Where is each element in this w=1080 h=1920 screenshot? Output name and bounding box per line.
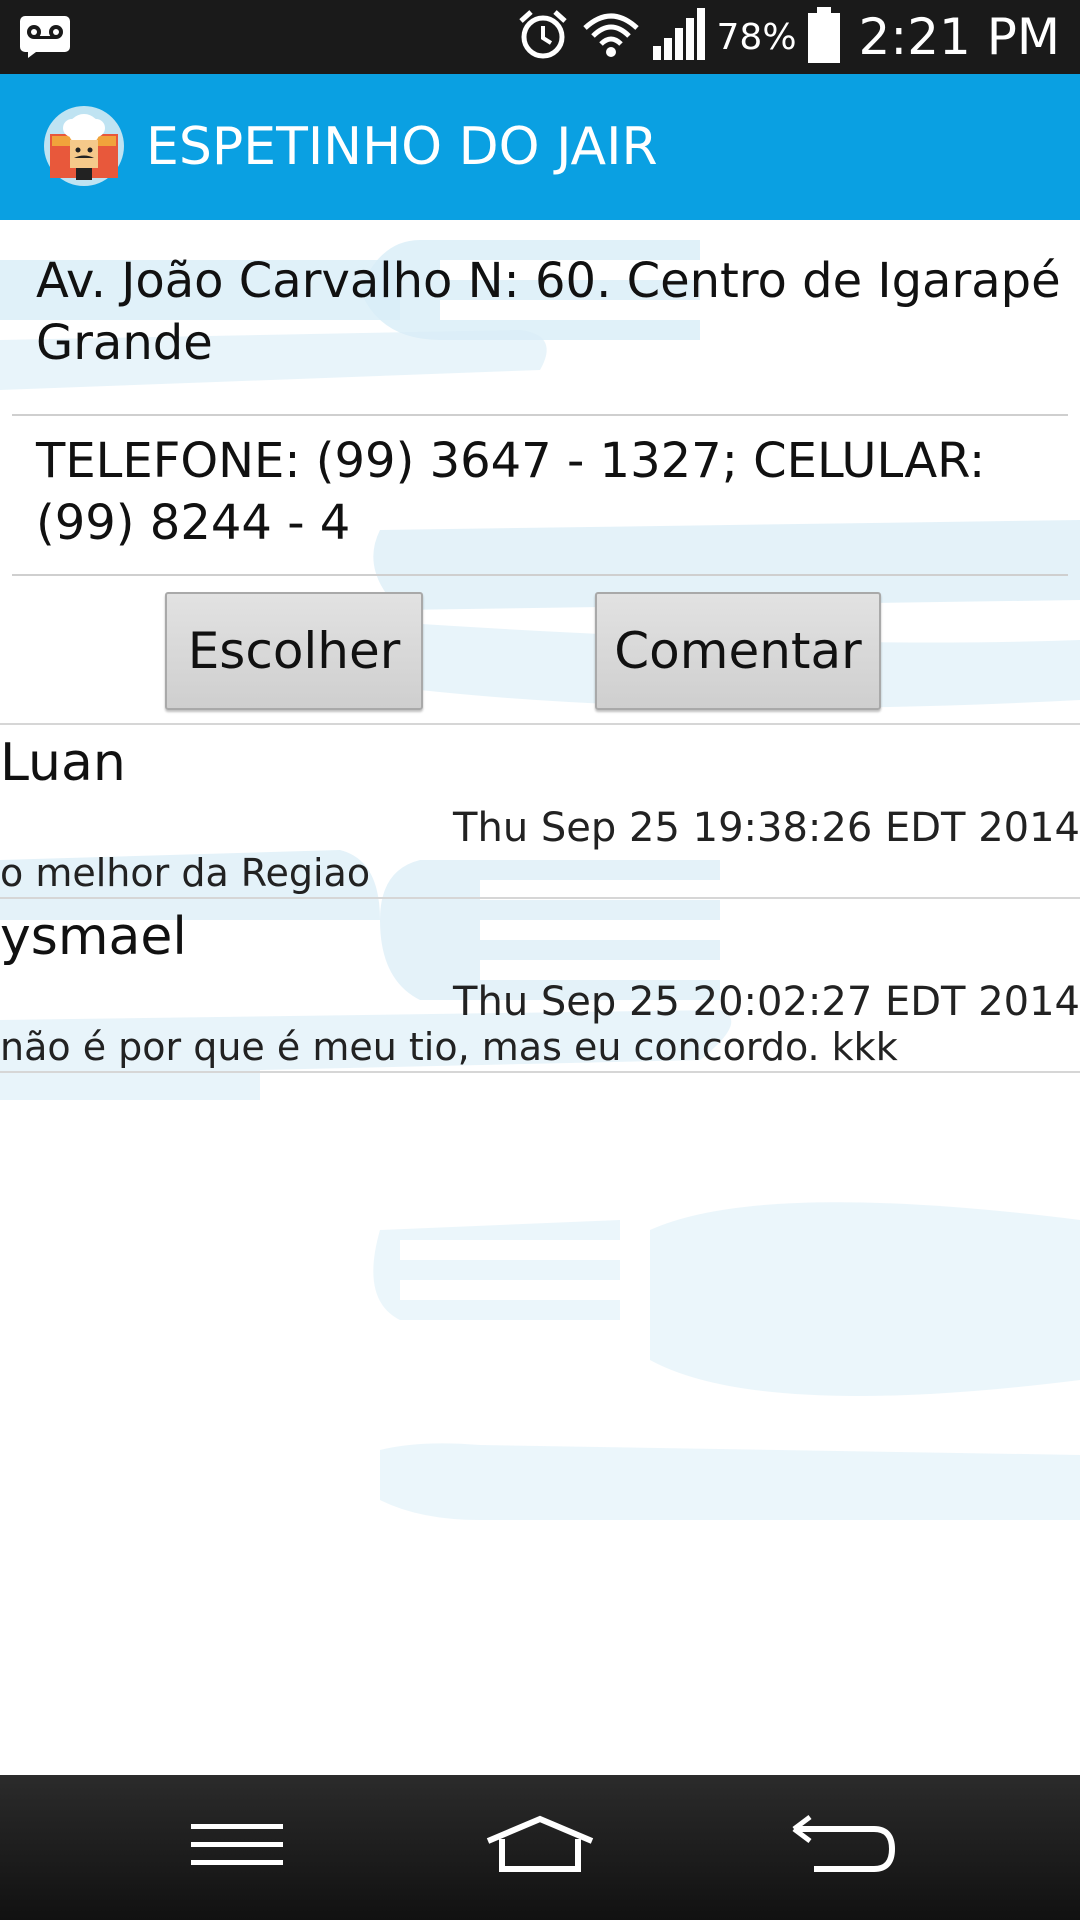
home-icon[interactable] <box>460 1795 620 1895</box>
comment-date: Thu Sep 25 20:02:27 EDT 2014 <box>453 979 1080 1025</box>
wifi-icon <box>581 10 641 64</box>
comment-item[interactable]: ysmael Thu Sep 25 20:02:27 EDT 2014 não … <box>0 899 1080 1073</box>
app-title: ESPETINHO DO JAIR <box>146 117 658 177</box>
status-bar: 78% 2:21 PM <box>0 0 1080 74</box>
phone-field: TELEFONE: (99) 3647 - 1327; CELULAR: (99… <box>12 430 1068 576</box>
signal-icon <box>651 8 707 66</box>
comment-author: ysmael <box>0 907 187 967</box>
comment-item[interactable]: Luan Thu Sep 25 19:38:26 EDT 2014 o melh… <box>0 725 1080 899</box>
battery-percent: 78% <box>716 16 797 58</box>
comment-text: o melhor da Regiao <box>0 851 371 895</box>
navigation-bar <box>0 1775 1080 1920</box>
main-content: Av. João Carvalho N: 60. Centro de Igara… <box>0 220 1080 1775</box>
menu-icon[interactable] <box>157 1795 317 1895</box>
voicemail-icon <box>18 14 72 62</box>
chef-logo-icon[interactable] <box>42 104 126 188</box>
comment-button[interactable]: Comentar <box>595 592 881 710</box>
comment-author: Luan <box>0 733 126 793</box>
comment-date: Thu Sep 25 19:38:26 EDT 2014 <box>453 805 1080 851</box>
comment-text: não é por que é meu tio, mas eu concordo… <box>0 1025 898 1069</box>
comments-list: Luan Thu Sep 25 19:38:26 EDT 2014 o melh… <box>0 723 1080 1073</box>
battery-icon <box>807 7 841 67</box>
address-field: Av. João Carvalho N: 60. Centro de Igara… <box>12 250 1068 416</box>
choose-button[interactable]: Escolher <box>165 592 423 710</box>
status-clock: 2:21 PM <box>858 8 1060 66</box>
alarm-icon <box>515 7 571 67</box>
back-icon[interactable] <box>763 1795 923 1895</box>
action-bar: ESPETINHO DO JAIR <box>0 74 1080 220</box>
